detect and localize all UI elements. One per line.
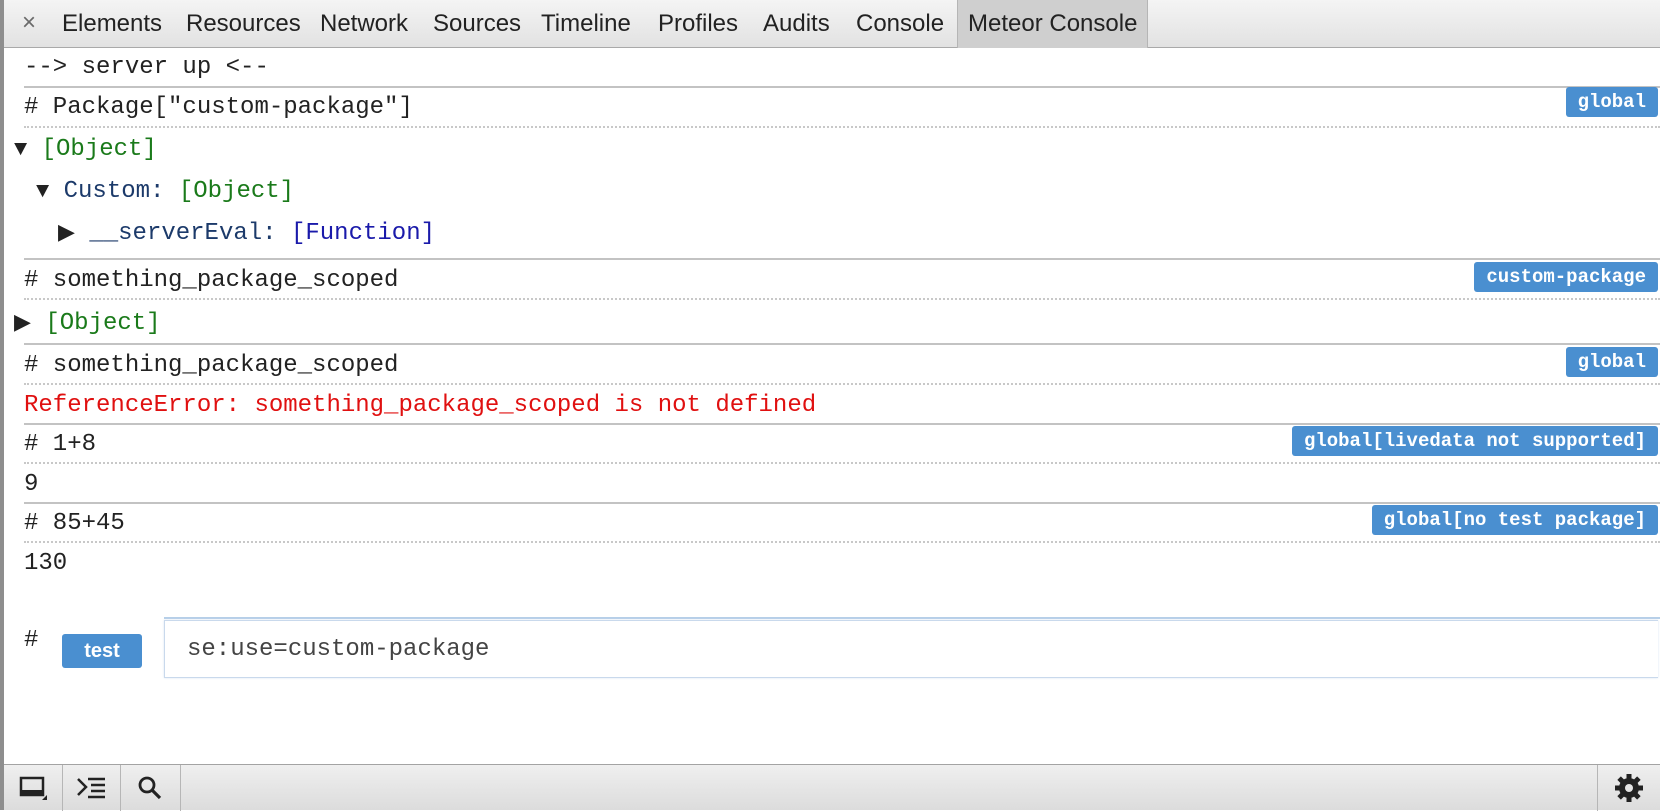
separator [24,343,1660,345]
separator [24,541,1660,543]
tree-row: ▼ Custom: [Object] [36,172,1660,212]
object-value: [Object] [178,178,295,205]
collapse-toggle-icon[interactable]: ▶ [58,221,75,246]
object-value: [Object] [45,310,161,337]
property-key: __serverEval: [89,220,277,247]
window-left-edge [0,0,4,810]
collapse-toggle-icon[interactable]: ▶ [14,311,31,336]
tree-row: ▶ [Object] [14,304,1660,344]
separator [164,617,1660,619]
separator [24,383,1660,385]
scope-badge: global[livedata not supported] [1291,426,1658,456]
function-value: [Function] [290,220,435,247]
devtools-tabbar: × Elements Resources Network Sources Tim… [0,0,1660,48]
scope-badge: custom-package [1474,262,1658,292]
tab-profiles[interactable]: Profiles [658,0,738,48]
expand-toggle-icon[interactable]: ▼ [36,179,49,204]
tab-timeline[interactable]: Timeline [541,0,631,48]
command-input[interactable] [164,620,1658,678]
result-value: 9 [24,471,39,498]
tab-elements[interactable]: Elements [62,0,162,48]
server-status-line: --> server up <-- [24,54,269,81]
dock-icon[interactable] [4,765,63,811]
show-drawer-icon[interactable] [62,765,121,811]
scope-badge: global [1565,347,1658,377]
tab-sources[interactable]: Sources [433,0,521,48]
prompt-hash: # [24,627,39,654]
search-icon[interactable] [120,765,181,811]
tree-row: ▶ __serverEval: [Function] [58,214,1660,254]
tab-console[interactable]: Console [856,0,944,48]
scope-select-button[interactable]: test [62,634,142,668]
command-line: # Package["custom-package"] [24,94,413,121]
command-line: # something_package_scoped [24,267,399,294]
tab-network[interactable]: Network [320,0,408,48]
tab-meteor-console[interactable]: Meteor Console [957,0,1149,48]
result-value: 130 [24,550,68,577]
tab-audits[interactable]: Audits [763,0,830,48]
scope-badge: global [1565,87,1658,117]
close-icon[interactable]: × [18,8,40,38]
object-value: [Object] [41,136,157,163]
tree-row: ▼ [Object] [14,130,1660,170]
devtools-statusbar [0,764,1660,811]
error-message: ReferenceError: something_package_scoped… [24,392,817,419]
gear-icon[interactable] [1597,765,1660,811]
separator [24,126,1660,128]
separator [24,258,1660,260]
expand-toggle-icon[interactable]: ▼ [14,137,27,162]
command-line: # something_package_scoped [24,352,399,379]
devtools-window: × Elements Resources Network Sources Tim… [0,0,1660,811]
property-key: Custom: [63,178,165,205]
tab-resources[interactable]: Resources [186,0,301,48]
separator [24,298,1660,300]
separator [24,462,1660,464]
scope-badge: global[no test package] [1371,505,1658,535]
